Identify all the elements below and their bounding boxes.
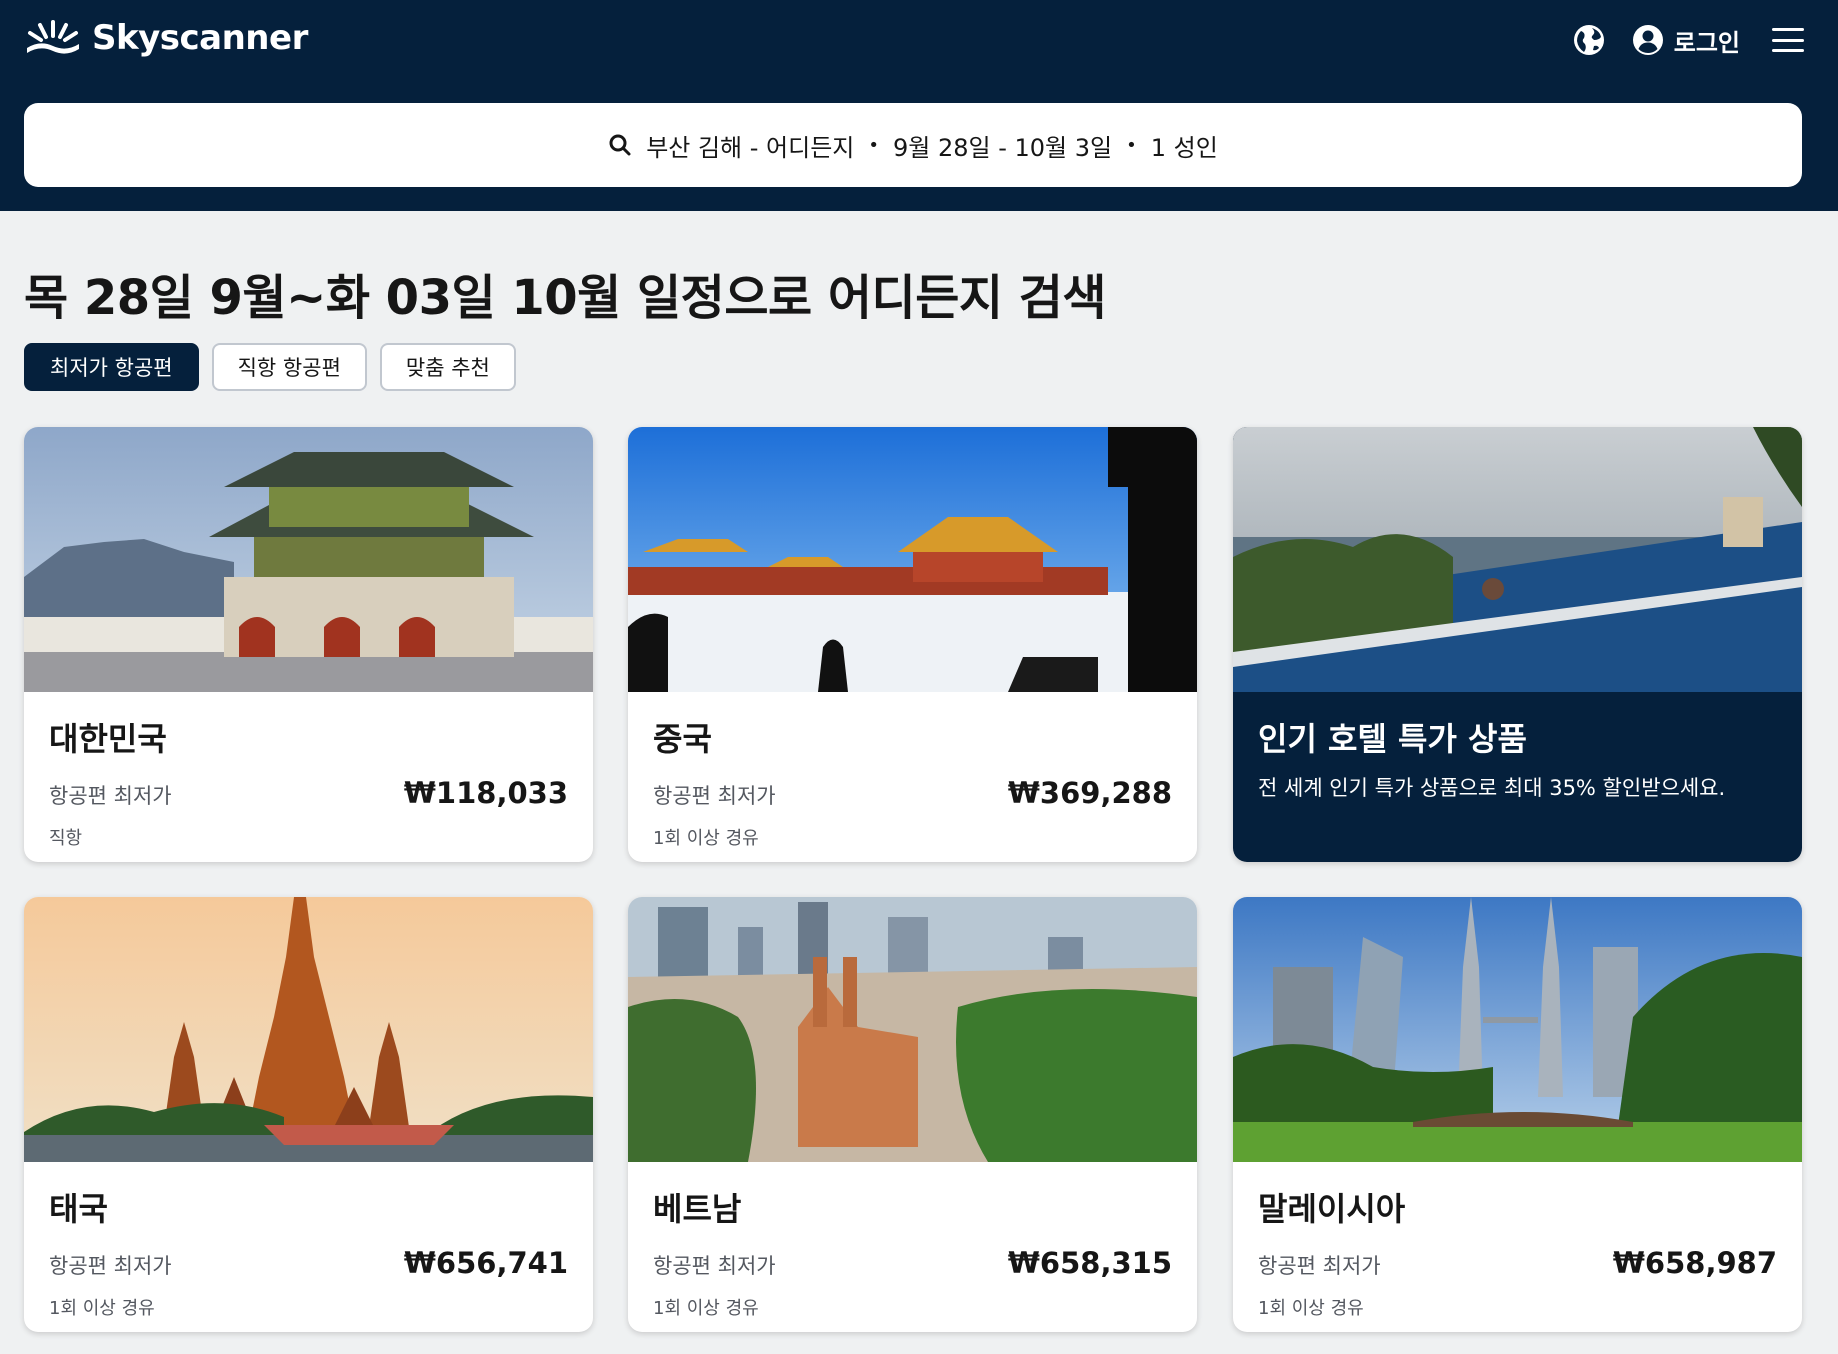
destination-image	[24, 427, 593, 692]
destination-card-china[interactable]: 중국 항공편 최저가 ₩369,288 1회 이상 경유	[628, 427, 1197, 862]
destination-card-malaysia[interactable]: 말레이시아 항공편 최저가 ₩658,987 1회 이상 경유	[1233, 897, 1802, 1332]
price: ₩656,741	[403, 1246, 568, 1280]
skyscanner-logo-icon	[27, 20, 79, 54]
stops-info: 1회 이상 경유	[49, 1298, 155, 1319]
destination-name: 태국	[49, 1190, 108, 1228]
brand-name: Skyscanner	[92, 18, 308, 58]
price-label: 항공편 최저가	[1258, 1254, 1381, 1278]
search-route: 부산 김해 - 어디든지	[646, 133, 855, 162]
destination-name: 베트남	[653, 1190, 742, 1228]
destination-image	[628, 897, 1197, 1162]
stops-info: 1회 이상 경유	[653, 828, 759, 849]
card-body: 인기 호텔 특가 상품 전 세계 인기 특가 상품으로 최대 35% 할인받으세…	[1233, 692, 1802, 862]
price: ₩118,033	[403, 776, 568, 810]
globe-icon[interactable]	[1572, 23, 1606, 57]
search-icon	[609, 134, 631, 156]
destination-card-thailand[interactable]: 태국 항공편 최저가 ₩656,741 1회 이상 경유	[24, 897, 593, 1332]
search-dates: 9월 28일 - 10월 3일	[893, 133, 1113, 162]
price-label: 항공편 최저가	[49, 1254, 172, 1278]
card-body: 대한민국 항공편 최저가 ₩118,033 직항	[24, 692, 593, 862]
separator-dot: •	[868, 134, 879, 156]
page-title: 목 28일 9월~화 03일 10월 일정으로 어디든지 검색	[24, 270, 1107, 326]
header-actions: 로그인	[1572, 20, 1804, 60]
destination-name: 말레이시아	[1258, 1190, 1406, 1228]
card-body: 베트남 항공편 최저가 ₩658,315 1회 이상 경유	[628, 1162, 1197, 1332]
promo-subtitle: 전 세계 인기 특가 상품으로 최대 35% 할인받으세요.	[1258, 776, 1726, 800]
menu-icon[interactable]	[1772, 28, 1804, 52]
login-label: 로그인	[1673, 28, 1740, 57]
destination-card-korea[interactable]: 대한민국 항공편 최저가 ₩118,033 직항	[24, 427, 593, 862]
price: ₩369,288	[1007, 776, 1172, 810]
tab-direct-flights[interactable]: 직항 항공편	[211, 343, 367, 391]
card-body: 태국 항공편 최저가 ₩656,741 1회 이상 경유	[24, 1162, 593, 1332]
destination-name: 대한민국	[49, 720, 167, 758]
skyscanner-logo[interactable]: Skyscanner	[24, 18, 308, 58]
destination-image	[24, 897, 593, 1162]
separator-dot: •	[1126, 134, 1137, 156]
promo-title: 인기 호텔 특가 상품	[1258, 720, 1527, 758]
price: ₩658,315	[1007, 1246, 1172, 1280]
header: Skyscanner 로그인 부산 김해 - 어디든지 • 9월 28일 - 1…	[0, 0, 1838, 211]
price-label: 항공편 최저가	[49, 784, 172, 808]
stops-info: 1회 이상 경유	[653, 1298, 759, 1319]
destination-card-vietnam[interactable]: 베트남 항공편 최저가 ₩658,315 1회 이상 경유	[628, 897, 1197, 1332]
card-body: 중국 항공편 최저가 ₩369,288 1회 이상 경유	[628, 692, 1197, 862]
tab-cheapest-flights[interactable]: 최저가 항공편	[24, 343, 199, 391]
tab-recommended[interactable]: 맞춤 추천	[379, 343, 516, 391]
stops-info: 1회 이상 경유	[1258, 1298, 1364, 1319]
filter-tabs: 최저가 항공편 직항 항공편 맞춤 추천	[24, 343, 516, 391]
account-icon	[1632, 25, 1663, 55]
destination-name: 중국	[653, 720, 712, 758]
card-body: 말레이시아 항공편 최저가 ₩658,987 1회 이상 경유	[1233, 1162, 1802, 1332]
destination-image	[628, 427, 1197, 692]
search-travellers: 1 성인	[1150, 133, 1218, 162]
stops-info: 직항	[49, 828, 83, 849]
price-label: 항공편 최저가	[653, 784, 776, 808]
hotel-deals-promo-card[interactable]: 인기 호텔 특가 상품 전 세계 인기 특가 상품으로 최대 35% 할인받으세…	[1233, 427, 1802, 862]
price: ₩658,987	[1612, 1246, 1777, 1280]
search-summary-bar[interactable]: 부산 김해 - 어디든지 • 9월 28일 - 10월 3일 • 1 성인	[24, 103, 1802, 187]
promo-image	[1233, 427, 1802, 692]
price-label: 항공편 최저가	[653, 1254, 776, 1278]
login-button[interactable]: 로그인	[1632, 23, 1740, 58]
destination-image	[1233, 897, 1802, 1162]
